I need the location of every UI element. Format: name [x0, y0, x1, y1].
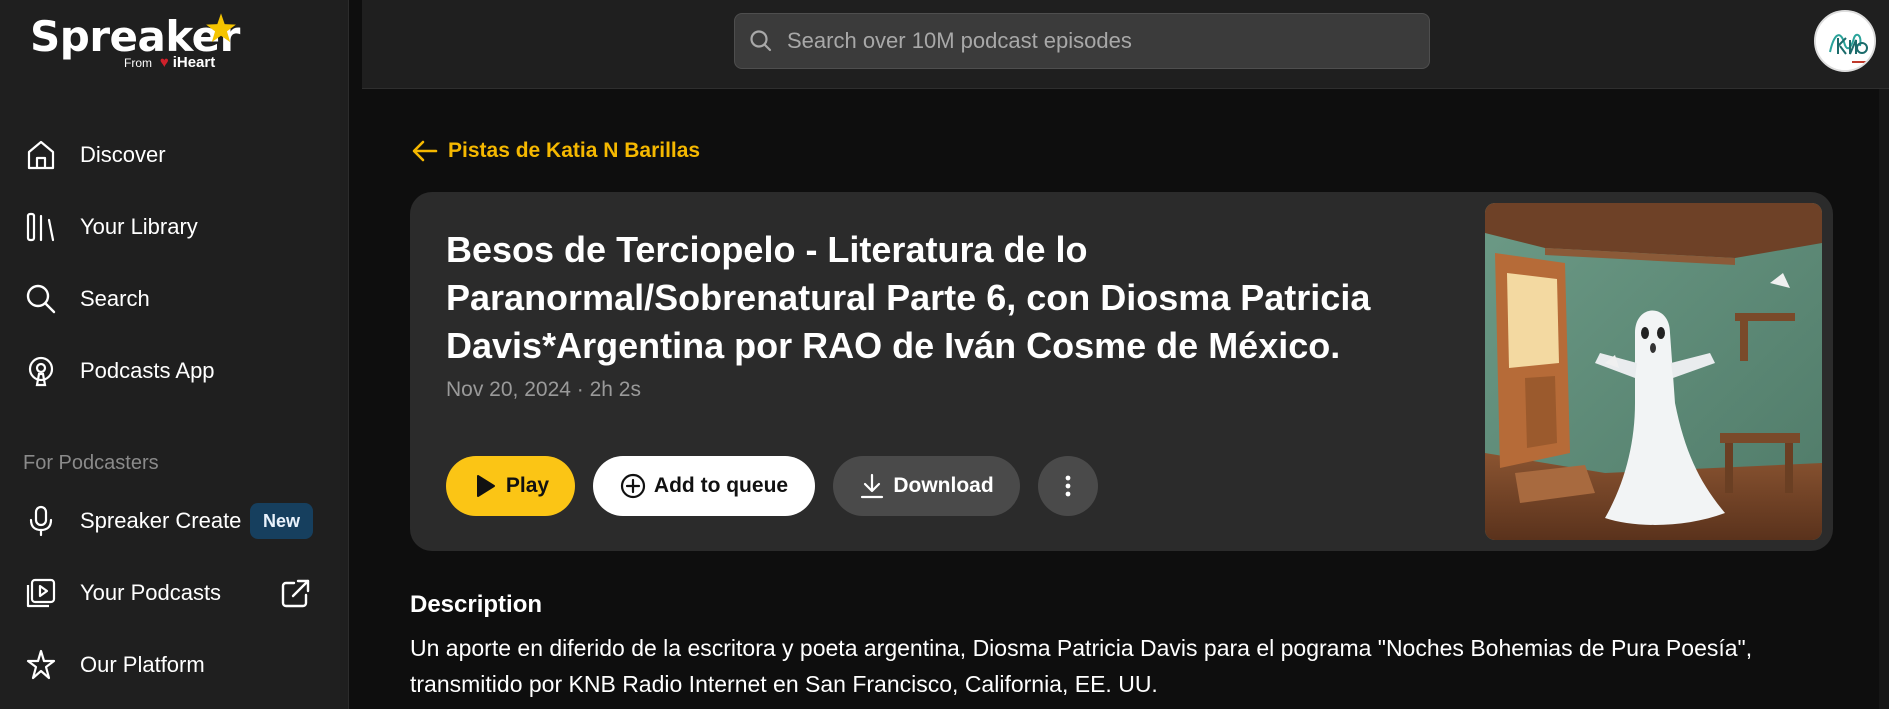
sidebar-item-label: Spreaker Create	[80, 508, 242, 533]
add-to-queue-label: Add to queue	[653, 474, 789, 497]
search-input[interactable]	[787, 28, 1407, 54]
ghost-room-illustration	[1485, 203, 1822, 540]
user-avatar-image	[1816, 12, 1874, 70]
podcast-app-icon	[28, 356, 54, 387]
download-label: Download	[893, 474, 994, 497]
description-text: Un aporte en diferido de la escritora y …	[410, 635, 1753, 697]
description-heading: Description	[410, 591, 543, 618]
arrow-left-icon	[412, 140, 438, 162]
new-badge: New	[250, 503, 313, 539]
search-icon	[750, 30, 772, 52]
back-link-label: Pistas de Katia N Barillas	[448, 139, 701, 162]
microphone-icon	[29, 505, 53, 537]
sidebar-item-our-platform[interactable]: Our Platform	[24, 643, 205, 687]
back-link[interactable]: Pistas de Katia N Barillas	[410, 136, 700, 166]
spreaker-logo[interactable]: Spreaker From ♥ iHeart	[30, 12, 250, 72]
episode-cover-art	[1485, 203, 1822, 540]
sidebar-item-label: Your Podcasts	[80, 580, 222, 605]
sidebar-item-discover[interactable]: Discover	[24, 133, 166, 177]
more-vertical-icon	[1065, 475, 1071, 497]
sparkle-icon	[26, 649, 56, 680]
star-icon	[206, 13, 236, 43]
play-button[interactable]: Play	[446, 456, 575, 516]
add-to-queue-button[interactable]: Add to queue	[593, 456, 815, 516]
plus-circle-icon	[620, 473, 646, 499]
top-bar	[362, 0, 1889, 89]
search-bar[interactable]	[734, 13, 1430, 69]
sidebar-item-your-library[interactable]: Your Library	[24, 205, 198, 249]
app-root: Spreaker From ♥ iHeart Discover Your Lib…	[0, 0, 1889, 709]
sidebar-item-spreaker-create[interactable]: Spreaker Create	[24, 499, 241, 543]
episode-meta: Nov 20, 2024 · 2h 2s	[446, 378, 641, 401]
sidebar-item-label: Our Platform	[80, 652, 205, 677]
iheart-heart-icon: ♥	[159, 54, 169, 71]
play-button-label: Play	[505, 474, 550, 497]
sidebar-item-your-podcasts[interactable]: Your Podcasts	[24, 571, 221, 615]
home-icon	[27, 140, 55, 170]
logo-parent-brand: iHeart	[172, 54, 216, 71]
episode-card: Besos de Terciopelo - Literatura de lo P…	[410, 192, 1833, 551]
sidebar-item-label: Discover	[80, 142, 166, 167]
play-icon	[476, 475, 495, 497]
library-icon	[26, 212, 55, 242]
logo-subline: From ♥ iHeart	[124, 54, 215, 71]
sidebar-item-label: Search	[80, 286, 150, 311]
sidebar-item-label: Your Library	[80, 214, 198, 239]
play-square-icon	[26, 578, 56, 608]
logo-from-label: From	[124, 56, 152, 70]
avatar[interactable]	[1814, 10, 1876, 72]
external-link-icon[interactable]	[278, 577, 312, 611]
sidebar: Spreaker From ♥ iHeart Discover Your Lib…	[0, 0, 349, 709]
episode-title: Besos de Terciopelo - Literatura de lo P…	[446, 229, 1371, 366]
sidebar-item-podcasts-app[interactable]: Podcasts App	[24, 349, 215, 393]
scrollbar[interactable]	[1879, 89, 1889, 709]
sidebar-item-search[interactable]: Search	[24, 277, 150, 321]
section-label-for-podcasters: For Podcasters	[23, 452, 159, 474]
more-options-button[interactable]	[1038, 456, 1098, 516]
download-icon	[861, 473, 884, 499]
sidebar-item-label: Podcasts App	[80, 358, 215, 383]
download-button[interactable]: Download	[833, 456, 1020, 516]
search-icon	[26, 284, 56, 314]
